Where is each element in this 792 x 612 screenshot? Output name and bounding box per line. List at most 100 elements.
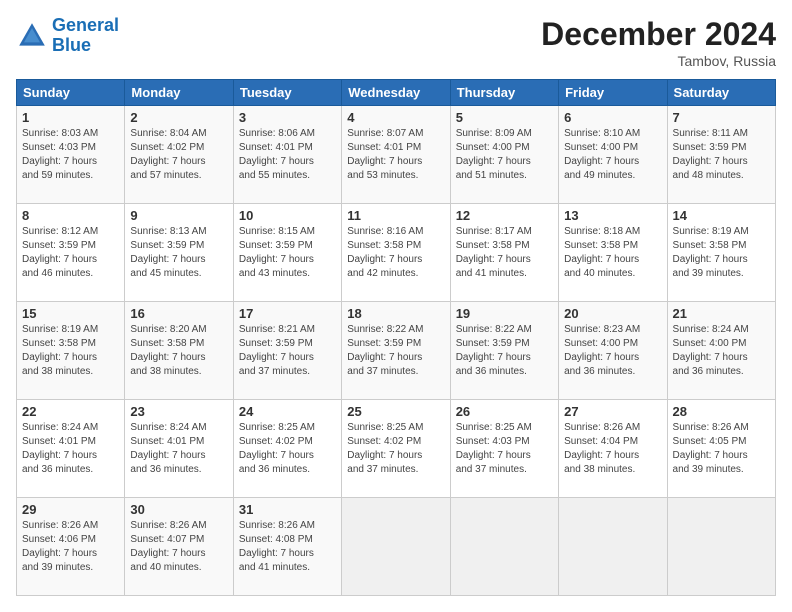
day-info: Sunrise: 8:26 AM Sunset: 4:04 PM Dayligh… xyxy=(564,421,661,477)
calendar-cell xyxy=(450,498,558,596)
title-block: December 2024 Tambov, Russia xyxy=(541,16,776,69)
calendar-cell: 7Sunrise: 8:11 AM Sunset: 3:59 PM Daylig… xyxy=(667,106,775,204)
calendar-cell: 25 Sunrise: 8:25 AM Sunset: 4:02 PM Dayli… xyxy=(342,400,450,498)
day-info: Sunrise: 8:11 AM Sunset: 3:59 PM Dayligh… xyxy=(673,127,770,183)
calendar-cell: 22Sunrise: 8:24 AM Sunset: 4:01 PM Dayli… xyxy=(17,400,125,498)
month-title: December 2024 xyxy=(541,16,776,53)
col-sunday: Sunday xyxy=(17,80,125,106)
calendar-cell: 23Sunrise: 8:24 AM Sunset: 4:01 PM Dayli… xyxy=(125,400,233,498)
day-info: Sunrise: 8:25 AM Sunset: 4:02 PM Dayligh… xyxy=(239,421,336,477)
calendar-cell: 17Sunrise: 8:21 AM Sunset: 3:59 PM Dayli… xyxy=(233,302,341,400)
calendar-cell: 19 Sunrise: 8:22 AM Sunset: 3:59 PM Dayli… xyxy=(450,302,558,400)
day-info: Sunrise: 8:22 AM Sunset: 3:59 PM Dayligh… xyxy=(456,323,553,379)
day-number: 16 xyxy=(130,306,227,321)
day-number: 27 xyxy=(564,404,661,419)
day-info: Sunrise: 8:07 AM Sunset: 4:01 PM Dayligh… xyxy=(347,127,444,183)
day-number: 31 xyxy=(239,502,336,517)
calendar-cell: 6 Sunrise: 8:10 AM Sunset: 4:00 PM Daylig… xyxy=(559,106,667,204)
day-number: 12 xyxy=(456,208,553,223)
calendar-cell: 13 Sunrise: 8:18 AM Sunset: 3:58 PM Dayli… xyxy=(559,204,667,302)
day-info: Sunrise: 8:25 AM Sunset: 4:02 PM Dayligh… xyxy=(347,421,444,477)
day-info: Sunrise: 8:25 AM Sunset: 4:03 PM Dayligh… xyxy=(456,421,553,477)
day-info: Sunrise: 8:18 AM Sunset: 3:58 PM Dayligh… xyxy=(564,225,661,281)
day-info: Sunrise: 8:19 AM Sunset: 3:58 PM Dayligh… xyxy=(22,323,119,379)
calendar-cell: 14 Sunrise: 8:19 AM Sunset: 3:58 PM Dayli… xyxy=(667,204,775,302)
calendar-cell: 12 Sunrise: 8:17 AM Sunset: 3:58 PM Dayli… xyxy=(450,204,558,302)
calendar-cell: 26 Sunrise: 8:25 AM Sunset: 4:03 PM Dayli… xyxy=(450,400,558,498)
day-number: 24 xyxy=(239,404,336,419)
calendar-week-4: 22Sunrise: 8:24 AM Sunset: 4:01 PM Dayli… xyxy=(17,400,776,498)
day-number: 4 xyxy=(347,110,444,125)
day-number: 17 xyxy=(239,306,336,321)
day-info: Sunrise: 8:26 AM Sunset: 4:07 PM Dayligh… xyxy=(130,519,227,575)
day-number: 11 xyxy=(347,208,444,223)
day-info: Sunrise: 8:04 AM Sunset: 4:02 PM Dayligh… xyxy=(130,127,227,183)
logo-icon xyxy=(16,20,48,52)
calendar-cell: 9Sunrise: 8:13 AM Sunset: 3:59 PM Daylig… xyxy=(125,204,233,302)
calendar-cell: 4 Sunrise: 8:07 AM Sunset: 4:01 PM Daylig… xyxy=(342,106,450,204)
location: Tambov, Russia xyxy=(541,53,776,69)
day-number: 15 xyxy=(22,306,119,321)
day-number: 20 xyxy=(564,306,661,321)
calendar-cell: 3 Sunrise: 8:06 AM Sunset: 4:01 PM Daylig… xyxy=(233,106,341,204)
day-info: Sunrise: 8:10 AM Sunset: 4:00 PM Dayligh… xyxy=(564,127,661,183)
day-number: 18 xyxy=(347,306,444,321)
calendar-cell: 15 Sunrise: 8:19 AM Sunset: 3:58 PM Dayli… xyxy=(17,302,125,400)
col-thursday: Thursday xyxy=(450,80,558,106)
day-number: 14 xyxy=(673,208,770,223)
calendar-cell: 2 Sunrise: 8:04 AM Sunset: 4:02 PM Daylig… xyxy=(125,106,233,204)
calendar-cell xyxy=(559,498,667,596)
calendar-week-3: 15 Sunrise: 8:19 AM Sunset: 3:58 PM Dayli… xyxy=(17,302,776,400)
calendar-week-5: 29 Sunrise: 8:26 AM Sunset: 4:06 PM Dayli… xyxy=(17,498,776,596)
day-info: Sunrise: 8:17 AM Sunset: 3:58 PM Dayligh… xyxy=(456,225,553,281)
day-number: 3 xyxy=(239,110,336,125)
day-number: 10 xyxy=(239,208,336,223)
day-number: 25 xyxy=(347,404,444,419)
day-number: 5 xyxy=(456,110,553,125)
day-number: 23 xyxy=(130,404,227,419)
calendar-cell: 18 Sunrise: 8:22 AM Sunset: 3:59 PM Dayli… xyxy=(342,302,450,400)
day-number: 8 xyxy=(22,208,119,223)
day-number: 13 xyxy=(564,208,661,223)
col-tuesday: Tuesday xyxy=(233,80,341,106)
calendar-cell: 8Sunrise: 8:12 AM Sunset: 3:59 PM Daylig… xyxy=(17,204,125,302)
day-info: Sunrise: 8:20 AM Sunset: 3:58 PM Dayligh… xyxy=(130,323,227,379)
calendar-cell: 16 Sunrise: 8:20 AM Sunset: 3:58 PM Dayli… xyxy=(125,302,233,400)
calendar-cell: 11 Sunrise: 8:16 AM Sunset: 3:58 PM Dayli… xyxy=(342,204,450,302)
day-number: 26 xyxy=(456,404,553,419)
calendar-cell xyxy=(667,498,775,596)
calendar-cell: 27 Sunrise: 8:26 AM Sunset: 4:04 PM Dayli… xyxy=(559,400,667,498)
calendar-cell: 1 Sunrise: 8:03 AM Sunset: 4:03 PM Daylig… xyxy=(17,106,125,204)
calendar-cell xyxy=(342,498,450,596)
day-number: 30 xyxy=(130,502,227,517)
col-wednesday: Wednesday xyxy=(342,80,450,106)
day-info: Sunrise: 8:19 AM Sunset: 3:58 PM Dayligh… xyxy=(673,225,770,281)
calendar-cell: 21Sunrise: 8:24 AM Sunset: 4:00 PM Dayli… xyxy=(667,302,775,400)
calendar-cell: 24 Sunrise: 8:25 AM Sunset: 4:02 PM Dayli… xyxy=(233,400,341,498)
day-number: 28 xyxy=(673,404,770,419)
day-number: 1 xyxy=(22,110,119,125)
logo: General Blue xyxy=(16,16,119,56)
day-info: Sunrise: 8:26 AM Sunset: 4:08 PM Dayligh… xyxy=(239,519,336,575)
day-number: 2 xyxy=(130,110,227,125)
calendar-cell: 28Sunrise: 8:26 AM Sunset: 4:05 PM Dayli… xyxy=(667,400,775,498)
day-info: Sunrise: 8:16 AM Sunset: 3:58 PM Dayligh… xyxy=(347,225,444,281)
day-info: Sunrise: 8:24 AM Sunset: 4:00 PM Dayligh… xyxy=(673,323,770,379)
day-number: 22 xyxy=(22,404,119,419)
day-info: Sunrise: 8:22 AM Sunset: 3:59 PM Dayligh… xyxy=(347,323,444,379)
day-info: Sunrise: 8:09 AM Sunset: 4:00 PM Dayligh… xyxy=(456,127,553,183)
calendar-cell: 30 Sunrise: 8:26 AM Sunset: 4:07 PM Dayli… xyxy=(125,498,233,596)
day-info: Sunrise: 8:23 AM Sunset: 4:00 PM Dayligh… xyxy=(564,323,661,379)
col-friday: Friday xyxy=(559,80,667,106)
day-info: Sunrise: 8:03 AM Sunset: 4:03 PM Dayligh… xyxy=(22,127,119,183)
day-info: Sunrise: 8:06 AM Sunset: 4:01 PM Dayligh… xyxy=(239,127,336,183)
day-number: 29 xyxy=(22,502,119,517)
day-number: 6 xyxy=(564,110,661,125)
day-info: Sunrise: 8:26 AM Sunset: 4:06 PM Dayligh… xyxy=(22,519,119,575)
day-number: 19 xyxy=(456,306,553,321)
day-info: Sunrise: 8:15 AM Sunset: 3:59 PM Dayligh… xyxy=(239,225,336,281)
calendar-week-2: 8Sunrise: 8:12 AM Sunset: 3:59 PM Daylig… xyxy=(17,204,776,302)
calendar-week-1: 1 Sunrise: 8:03 AM Sunset: 4:03 PM Daylig… xyxy=(17,106,776,204)
calendar-cell: 31 Sunrise: 8:26 AM Sunset: 4:08 PM Dayli… xyxy=(233,498,341,596)
col-monday: Monday xyxy=(125,80,233,106)
